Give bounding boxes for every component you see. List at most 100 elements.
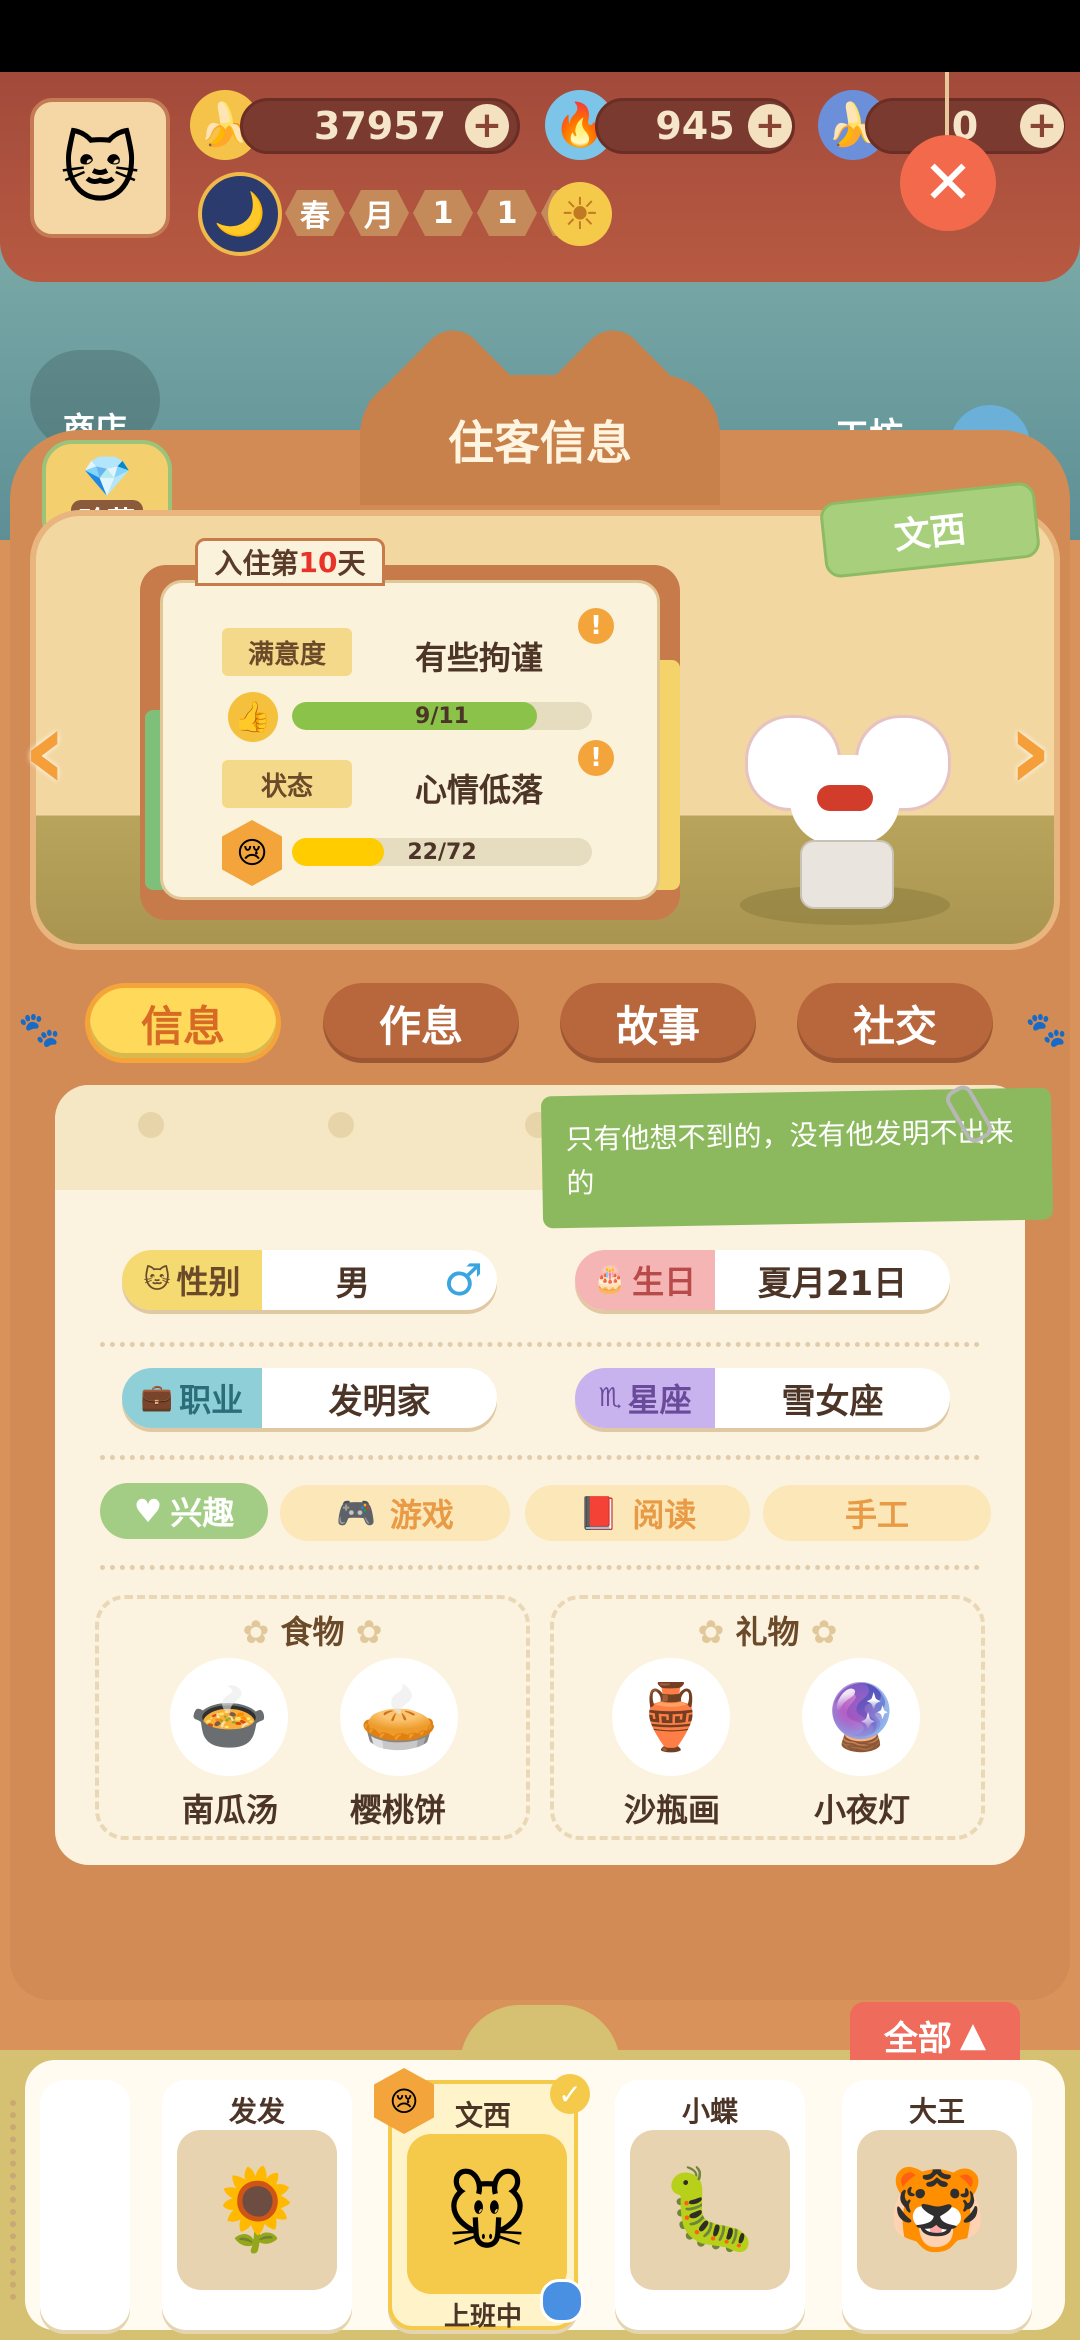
book-icon: 📕 [578,1494,619,1532]
show-all-button[interactable]: 全部 ▲ [850,2002,1020,2068]
gift-item-2: 小夜灯 [813,1791,910,1829]
birthday-label: 生日 [632,1263,697,1301]
birthday-field: 🎂 生日 夏月21日 [575,1250,950,1310]
hobby-label: 兴趣 [170,1494,235,1532]
gender-label: 性别 [176,1263,241,1301]
heart-icon: ♥ [133,1492,163,1530]
mood-bar: 22/72 [292,838,592,866]
food-title: ✿ 食物 ✿ [242,1613,383,1651]
selected-check-icon: ✓ [550,2074,590,2114]
resident-card-dawang[interactable]: 大王 🐯 [842,2080,1032,2330]
add-banana-button[interactable]: + [465,104,509,148]
hobby-games: 🎮 游戏 [280,1485,510,1541]
chevron-right-icon: › [1007,686,1053,814]
checkin-day-count: 10 [298,545,338,579]
flame-count: 945 [655,104,735,148]
player-avatar-button[interactable]: 🐱 [30,98,170,238]
add-flame-button[interactable]: + [748,104,792,148]
hobby-reading-label: 阅读 [632,1496,697,1534]
gamepad-icon: 🎮 [336,1494,376,1532]
resident-card-xiaodie[interactable]: 小蝶 🐛 [615,2080,805,2330]
work-status-dot [540,2279,584,2323]
banana-count: 37957 [313,104,447,148]
season: 春 [285,190,345,236]
gift-item-1: 沙瓶画 [623,1791,720,1829]
month-label: 月 [349,190,409,236]
cherry-pie-icon[interactable]: 🥧 [340,1658,458,1776]
satisfaction-bar: 9/11 [292,702,592,730]
status-bar [0,0,1080,72]
player-avatar-icon: 🐱 [60,123,140,213]
resident-card-name: 小蝶 [681,2095,738,2128]
hobby-craft: 手工 [763,1485,991,1541]
close-button[interactable]: ✕ [900,135,996,231]
thumbs-up-icon: 👍 [228,692,278,742]
paw-icon-left: 🐾 [18,1010,61,1050]
hobby-games-label: 游戏 [389,1496,454,1534]
checkin-suffix: 天 [337,547,366,580]
satisfaction-value: 有些拘谨 [415,639,544,677]
binder-hole [328,1112,354,1138]
tab-social[interactable]: 社交 [797,983,993,1063]
paw-icon-right: 🐾 [1025,1010,1068,1050]
gift-title-text: 礼物 [735,1613,800,1651]
zodiac-icon: ♏ [598,1383,622,1413]
food-item-2: 樱桃饼 [349,1791,446,1829]
job-label-box: 💼 职业 [122,1368,262,1428]
month: 1 [413,190,473,236]
satisfaction-warning-icon[interactable]: ! [578,608,614,644]
tab-info[interactable]: 信息 [85,983,281,1063]
hobby-reading: 📕 阅读 [525,1485,750,1541]
zodiac-value: 雪女座 [781,1381,884,1422]
mood-progress-text: 22/72 [407,839,477,865]
resident-name: 文西 [892,509,969,558]
sun-weather-icon: ☀ [548,182,612,246]
mood-warning-icon[interactable]: ! [578,740,614,776]
zodiac-label: 星座 [627,1381,692,1419]
collection-icon: 💎 [82,454,132,500]
resident-card-fafa[interactable]: 发发 🌻 [162,2080,352,2330]
prev-resident-button[interactable]: ‹ [5,686,85,814]
tab-story[interactable]: 故事 [560,983,756,1063]
goggles-icon [817,785,873,811]
bug-avatar-icon: 🐛 [630,2130,790,2290]
show-all-label: 全部 [883,2018,952,2059]
add-blue-banana-button[interactable]: + [1020,104,1064,148]
birthday-label-box: 🎂 生日 [575,1250,715,1310]
satisfaction-progress-text: 9/11 [415,703,469,729]
resident-card-partial[interactable] [40,2080,130,2330]
divider [100,1342,980,1347]
pumpkin-soup-icon[interactable]: 🍲 [170,1658,288,1776]
divider [100,1565,980,1570]
gender-field: 🐱 性别 男 ♂ [122,1250,497,1310]
close-icon: ✕ [922,148,974,218]
job-label: 职业 [179,1381,244,1419]
zodiac-field: ♏ 星座 雪女座 [575,1368,950,1428]
briefcase-icon: 💼 [140,1383,174,1413]
male-icon: ♂ [443,1254,483,1306]
cake-icon: 🎂 [593,1265,627,1295]
cat-icon: 🐱 [143,1265,171,1295]
checkin-days: 入住第 10 天 [195,538,385,586]
satisfaction-label: 满意度 [222,628,352,676]
hanging-string [945,72,949,142]
sunflower-avatar-icon: 🌻 [177,2130,337,2290]
food-item-1: 南瓜汤 [181,1791,278,1829]
moon-clock-icon: 🌙 [198,172,282,256]
next-resident-button[interactable]: › [990,686,1070,814]
bottom-cat-ears [460,2005,620,2065]
hobby-label-box: ♥ 兴趣 [100,1483,268,1539]
divider [100,1455,980,1460]
resident-character[interactable] [745,715,951,909]
tab-schedule[interactable]: 作息 [323,983,519,1063]
tiger-avatar-icon: 🐯 [857,2130,1017,2290]
birthday-value: 夏月21日 [757,1263,908,1304]
day: 1 [477,190,537,236]
gender-value: 男 [335,1263,370,1304]
binder-hole [138,1112,164,1138]
zodiac-label-box: ♏ 星座 [575,1368,715,1428]
night-lamp-icon[interactable]: 🔮 [802,1658,920,1776]
mouse-avatar-icon: 🐭 [407,2134,567,2294]
checkin-prefix: 入住第 [214,547,299,580]
sand-bottle-icon[interactable]: 🏺 [612,1658,730,1776]
